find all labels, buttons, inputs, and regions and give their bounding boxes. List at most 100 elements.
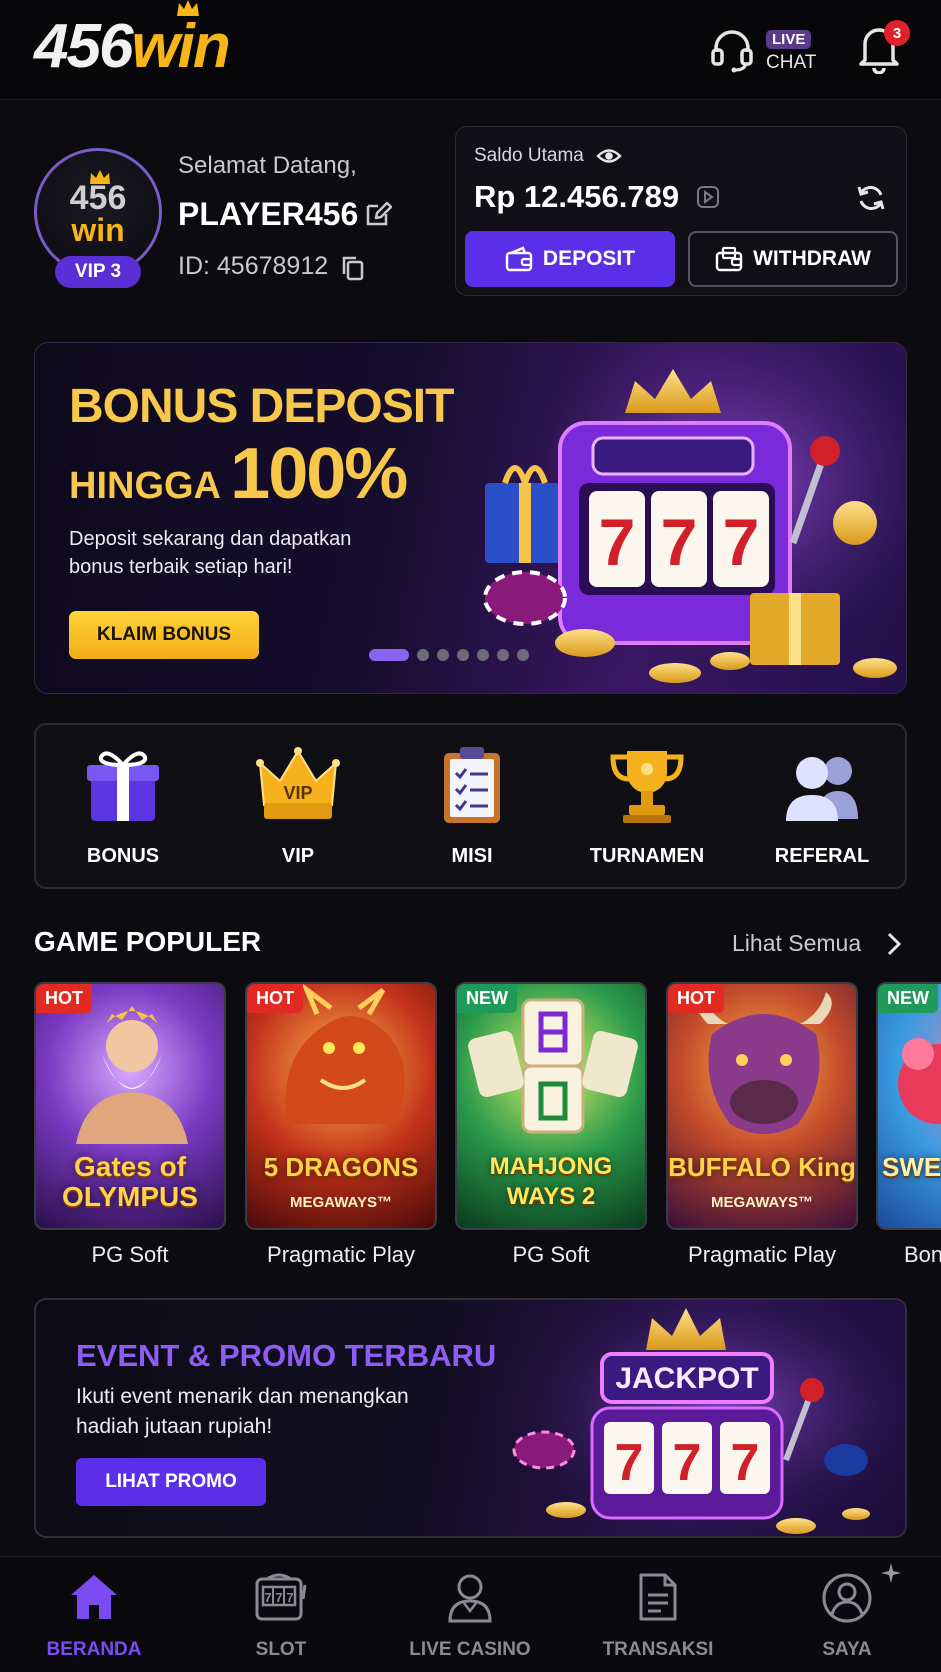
game-card-gates-of-olympus[interactable]: HOT Gates of OLYMPUS bbox=[34, 982, 226, 1232]
reel-digit: 7 bbox=[731, 1434, 760, 1492]
carousel-dot[interactable] bbox=[417, 649, 429, 661]
game-card-sweet-bonanza[interactable]: NEW SWEE SWEE bbox=[876, 982, 941, 1232]
see-all-link[interactable]: Lihat Semua bbox=[732, 930, 861, 957]
nav-slot[interactable]: 7 7 7 SLOT bbox=[196, 1571, 366, 1667]
quick-menu-misi[interactable]: MISI bbox=[397, 745, 547, 875]
player-id: ID: 45678912 bbox=[178, 252, 329, 280]
copy-icon[interactable] bbox=[340, 254, 366, 282]
bonus-banner[interactable]: BONUS DEPOSIT HINGGA 100% Deposit sekara… bbox=[34, 342, 907, 694]
hot-badge: HOT bbox=[247, 984, 303, 1013]
reel-digit: 7 bbox=[615, 1434, 644, 1492]
live-chat-button[interactable]: LIVE CHAT bbox=[708, 26, 818, 78]
reel-digit: 7 bbox=[723, 505, 760, 579]
banner-description: Deposit sekarang dan dapatkan bonus terb… bbox=[69, 528, 352, 578]
trophy-icon bbox=[610, 751, 684, 823]
section-title: GAME POPULER bbox=[34, 926, 262, 957]
username: PLAYER456 bbox=[178, 196, 359, 232]
chat-label: CHAT bbox=[766, 52, 817, 73]
eye-icon[interactable] bbox=[596, 145, 622, 167]
game-provider: PG Soft bbox=[91, 1242, 169, 1267]
balance-label: Saldo Utama bbox=[474, 145, 584, 166]
dealer-icon bbox=[448, 1574, 492, 1623]
notification-count-badge: 3 bbox=[884, 20, 910, 46]
game-provider: Bon bbox=[904, 1242, 941, 1267]
headset-icon bbox=[711, 30, 753, 73]
notification-button[interactable]: 3 bbox=[856, 20, 910, 78]
game-title: 5 DRAGONS bbox=[263, 1152, 419, 1182]
hot-badge: HOT bbox=[36, 984, 92, 1013]
nav-saya[interactable]: SAYA bbox=[762, 1571, 932, 1667]
document-icon bbox=[639, 1573, 677, 1621]
svg-text:7: 7 bbox=[264, 1590, 271, 1605]
jackpot-slot-illustration: JACKPOT 7 7 7 bbox=[496, 1300, 905, 1536]
new-badge: NEW bbox=[878, 984, 938, 1013]
svg-text:7: 7 bbox=[286, 1590, 293, 1605]
banner-subtitle: HINGGA 100% bbox=[69, 434, 408, 514]
crown-icon bbox=[177, 0, 199, 16]
game-provider: PG Soft bbox=[512, 1242, 590, 1267]
carousel-dot[interactable] bbox=[457, 649, 469, 661]
live-badge: LIVE bbox=[766, 30, 812, 49]
welcome-text: Selamat Datang, bbox=[178, 152, 357, 179]
sparkle-icon bbox=[881, 1563, 901, 1583]
game-card-5-dragons[interactable]: HOT 5 DRAGONS MEGAWAYS™ bbox=[245, 982, 437, 1232]
deposit-button[interactable]: DEPOSIT bbox=[465, 231, 675, 287]
hot-badge: HOT bbox=[668, 984, 724, 1013]
nav-beranda[interactable]: BERANDA bbox=[9, 1571, 179, 1667]
game-title: MAHJONG WAYS 2 bbox=[489, 1153, 613, 1210]
balance-card: Saldo Utama Rp 12.456.789 DEPOSIT WITHDR… bbox=[455, 126, 907, 296]
nav-transaksi[interactable]: TRANSAKSI bbox=[573, 1571, 743, 1667]
home-icon bbox=[71, 1575, 117, 1619]
game-provider: Pragmatic Play bbox=[688, 1242, 836, 1267]
withdraw-button[interactable]: WITHDRAW bbox=[688, 231, 898, 287]
slot-machine-icon: 7 7 7 bbox=[255, 1573, 307, 1621]
chevron-right-icon[interactable] bbox=[884, 930, 904, 958]
claim-bonus-button[interactable]: KLAIM BONUS bbox=[69, 611, 259, 659]
nav-live-casino[interactable]: LIVE CASINO bbox=[385, 1571, 555, 1667]
carousel-dot[interactable] bbox=[497, 649, 509, 661]
carousel-dots[interactable] bbox=[369, 649, 529, 661]
quick-menu: BONUS VIP VIP MISI TURNAMEN REFERAL bbox=[34, 723, 907, 889]
cash-out-icon bbox=[715, 246, 743, 272]
carousel-dot[interactable] bbox=[477, 649, 489, 661]
game-subtitle: MEGAWAYS™ bbox=[290, 1194, 392, 1211]
crown-icon: VIP bbox=[256, 747, 340, 819]
carousel-dot-active[interactable] bbox=[369, 649, 409, 661]
game-card-mahjong-ways-2[interactable]: NEW MAHJONG WAYS 2 bbox=[455, 982, 647, 1232]
reel-digit: 7 bbox=[661, 505, 698, 579]
game-provider: Pragmatic Play bbox=[267, 1242, 415, 1267]
carousel-dot[interactable] bbox=[437, 649, 449, 661]
quick-menu-bonus[interactable]: BONUS bbox=[48, 745, 198, 875]
new-badge: NEW bbox=[457, 984, 517, 1013]
promo-banner[interactable]: EVENT & PROMO TERBARU Ikuti event menari… bbox=[34, 1298, 907, 1538]
reel-digit: 7 bbox=[673, 1434, 702, 1492]
vip-level-badge[interactable]: VIP 3 bbox=[55, 256, 141, 288]
see-promo-button[interactable]: LIHAT PROMO bbox=[76, 1458, 266, 1506]
game-title: Gates of OLYMPUS bbox=[62, 1151, 198, 1212]
quick-menu-vip[interactable]: VIP VIP bbox=[223, 745, 373, 875]
carousel-dot[interactable] bbox=[517, 649, 529, 661]
banner-title: BONUS DEPOSIT bbox=[69, 380, 454, 433]
brand-logo[interactable]: 456win bbox=[34, 12, 231, 82]
game-card-buffalo-king[interactable]: HOT BUFFALO King MEGAWAYS™ bbox=[666, 982, 858, 1232]
profile-icon bbox=[822, 1573, 872, 1623]
edit-icon[interactable] bbox=[364, 200, 392, 228]
refresh-icon[interactable] bbox=[856, 183, 886, 213]
game-title: SWEE SWEE bbox=[882, 1152, 941, 1182]
coin-icon bbox=[697, 186, 719, 208]
promo-description: Ikuti event menarik dan menangkan hadiah… bbox=[76, 1385, 409, 1438]
svg-text:VIP: VIP bbox=[283, 783, 312, 803]
bottom-nav: BERANDA 7 7 7 SLOT LIVE CASINO TRANSAKSI bbox=[0, 1556, 941, 1672]
slot-machine-illustration: 7 7 7 bbox=[475, 343, 906, 693]
jackpot-label: JACKPOT bbox=[615, 1362, 758, 1395]
gift-icon bbox=[87, 751, 159, 821]
quick-menu-referal[interactable]: REFERAL bbox=[747, 745, 897, 875]
reel-digit: 7 bbox=[599, 505, 636, 579]
quick-menu-turnamen[interactable]: TURNAMEN bbox=[572, 745, 722, 875]
balance-value: Rp 12.456.789 bbox=[474, 179, 680, 214]
wallet-icon bbox=[505, 246, 533, 272]
users-icon bbox=[786, 757, 858, 821]
clipboard-icon bbox=[444, 747, 500, 823]
promo-title: EVENT & PROMO TERBARU bbox=[76, 1338, 497, 1373]
top-header: 456win LIVE CHAT 3 bbox=[0, 0, 941, 100]
